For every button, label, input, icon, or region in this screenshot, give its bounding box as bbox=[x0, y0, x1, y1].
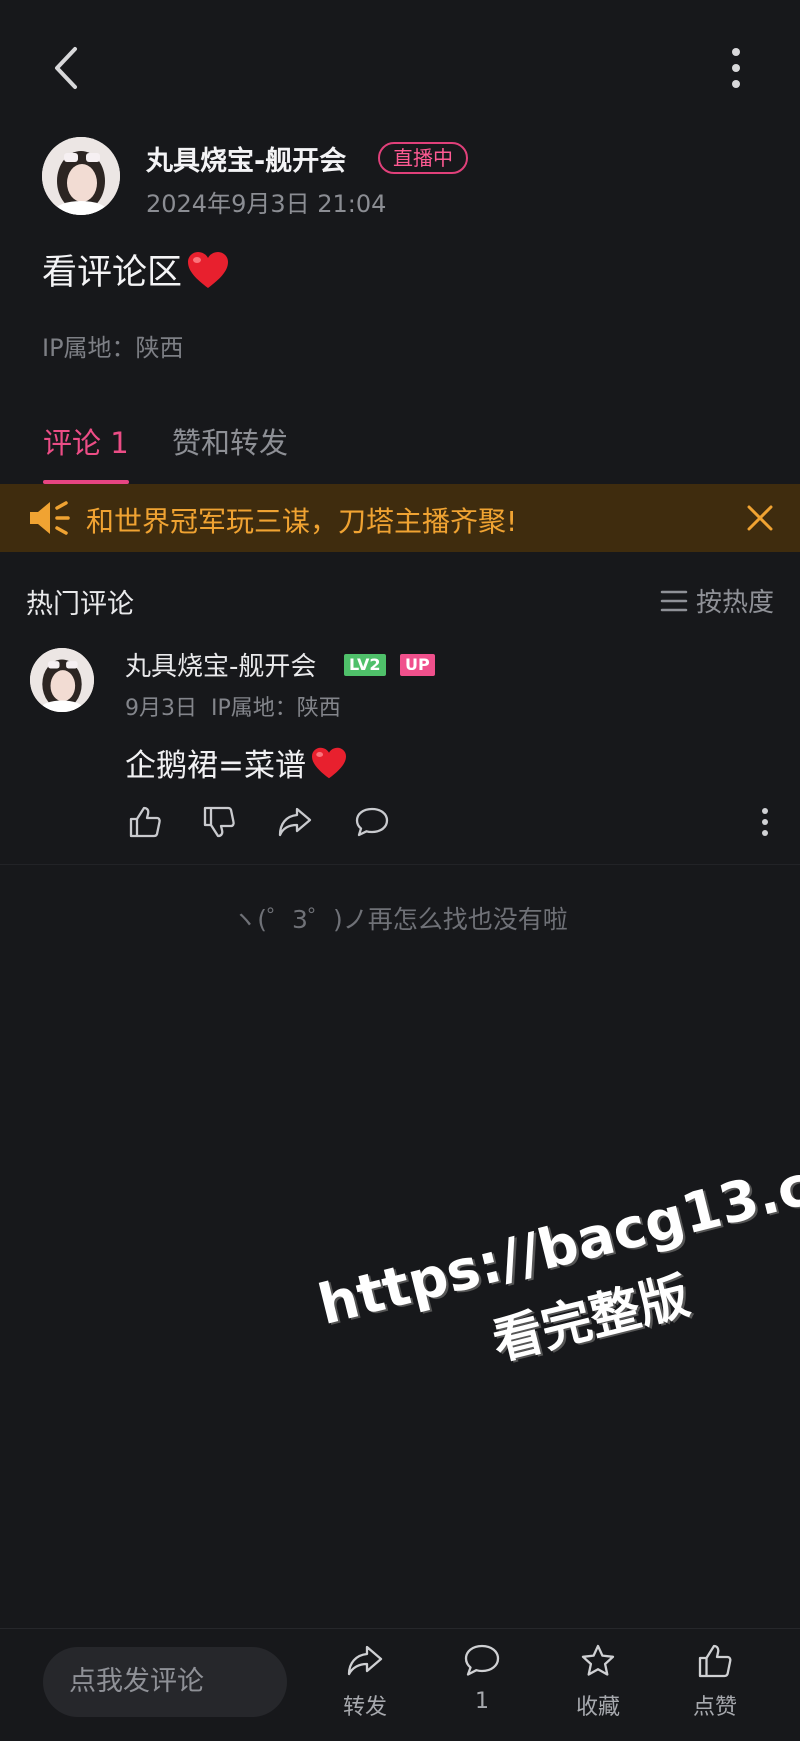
forward-button[interactable]: 转发 bbox=[320, 1643, 410, 1733]
comment-reply-button[interactable] bbox=[352, 802, 392, 842]
thumb-up-icon bbox=[129, 806, 161, 838]
more-options-button[interactable] bbox=[710, 42, 762, 94]
forward-label: 转发 bbox=[342, 1695, 387, 1720]
favorite-label: 收藏 bbox=[575, 1695, 620, 1720]
post-author-header: 丸具烧宝-舰开会 直播中 2024年9月3日 21:04 bbox=[42, 137, 762, 218]
comment-input[interactable]: 点我发评论 bbox=[43, 1647, 287, 1717]
commenter-avatar[interactable] bbox=[30, 648, 94, 712]
sort-by-heat-button[interactable]: 按热度 bbox=[660, 582, 774, 619]
comment-share-button[interactable] bbox=[275, 802, 315, 842]
post-tabs: 评论 1 赞和转发 bbox=[0, 410, 800, 484]
comment-count: 1 bbox=[475, 1689, 489, 1714]
end-of-comments-text: ヽ(゜3゜)ノ再怎么找也没有啦 bbox=[232, 905, 568, 934]
commenter-name[interactable]: 丸具烧宝-舰开会 bbox=[125, 646, 316, 683]
comment-item: 丸具烧宝-舰开会 LV2 UP 9月3日 IP属地：陕西 企鹅裙=菜谱 bbox=[0, 640, 800, 865]
heart-emoji-icon bbox=[188, 251, 229, 288]
comment-content: 企鹅裙=菜谱 bbox=[125, 740, 348, 785]
thumb-down-icon bbox=[203, 806, 235, 838]
more-vertical-icon bbox=[732, 48, 740, 88]
comment-text: 企鹅裙=菜谱 bbox=[125, 748, 306, 784]
author-name[interactable]: 丸具烧宝-舰开会 bbox=[146, 139, 346, 178]
top-bar bbox=[0, 0, 800, 140]
banner-close-button[interactable] bbox=[740, 498, 780, 538]
watermark-url: https://bacg13.com bbox=[312, 1129, 800, 1338]
close-icon bbox=[747, 505, 773, 531]
reply-bubble-icon bbox=[355, 807, 389, 837]
more-vertical-icon bbox=[762, 808, 768, 836]
comment-like-button[interactable] bbox=[125, 802, 165, 842]
level-badge: LV2 bbox=[344, 654, 386, 676]
comment-actions bbox=[125, 802, 785, 842]
post-timestamp: 2024年9月3日 21:04 bbox=[146, 190, 387, 218]
comment-ip: IP属地：陕西 bbox=[211, 696, 341, 721]
star-icon bbox=[581, 1644, 615, 1676]
bottom-action-bar: 点我发评论 转发 1 收藏 点赞 bbox=[0, 1628, 800, 1741]
comment-bubble-icon bbox=[464, 1644, 500, 1676]
up-badge: UP bbox=[400, 654, 435, 676]
comment-meta: 9月3日 IP属地：陕西 bbox=[125, 690, 341, 722]
favorite-button[interactable]: 收藏 bbox=[553, 1643, 643, 1733]
comment-more-button[interactable] bbox=[745, 802, 785, 842]
like-label: 点赞 bbox=[692, 1695, 737, 1720]
promo-banner-text: 和世界冠军玩三谋，刀塔主播齐聚! bbox=[86, 505, 518, 538]
thumb-up-icon bbox=[698, 1644, 732, 1678]
sort-label: 按热度 bbox=[695, 588, 774, 618]
comment-dislike-button[interactable] bbox=[199, 802, 239, 842]
heart-emoji-icon bbox=[311, 747, 346, 778]
share-icon bbox=[278, 807, 312, 837]
watermark-caption: 看完整版 bbox=[486, 1266, 695, 1372]
tab-likes-forwards[interactable]: 赞和转发 bbox=[172, 420, 288, 462]
comment-button[interactable]: 1 bbox=[437, 1643, 527, 1733]
forward-icon bbox=[347, 1645, 383, 1676]
sort-lines-icon bbox=[660, 590, 688, 611]
speaker-icon bbox=[30, 501, 70, 535]
post-text: 看评论区 bbox=[42, 253, 183, 293]
watermark: https://bacg13.com 看完整版 bbox=[312, 1129, 800, 1413]
hot-comments-title: 热门评论 bbox=[26, 589, 134, 620]
post-ip-location: IP属地：陕西 bbox=[42, 334, 184, 362]
comment-date: 9月3日 bbox=[125, 696, 197, 721]
back-button[interactable] bbox=[40, 42, 92, 94]
live-status-badge[interactable]: 直播中 bbox=[378, 142, 468, 174]
back-arrow-icon bbox=[55, 47, 77, 89]
tab-comments[interactable]: 评论 1 bbox=[43, 420, 129, 462]
like-button[interactable]: 点赞 bbox=[670, 1643, 760, 1733]
author-avatar[interactable] bbox=[42, 137, 120, 215]
promo-banner[interactable]: 和世界冠军玩三谋，刀塔主播齐聚! bbox=[0, 484, 800, 552]
post-content: 看评论区 bbox=[42, 244, 230, 295]
